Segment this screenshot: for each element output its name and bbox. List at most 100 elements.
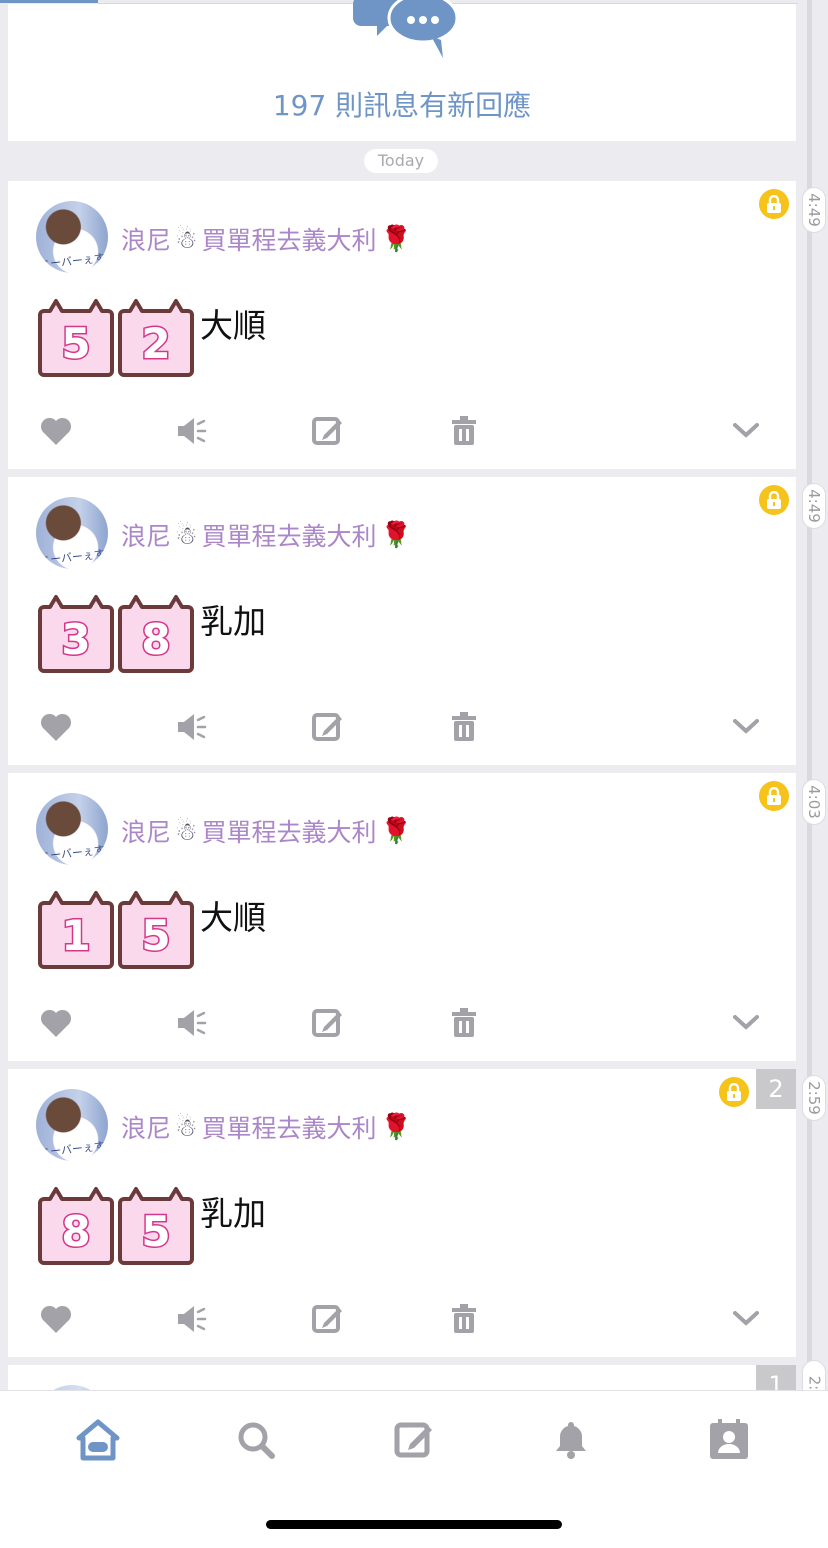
post-text: 大順 xyxy=(200,306,266,345)
search-icon xyxy=(238,1422,275,1459)
tab-home[interactable] xyxy=(75,1417,121,1463)
trash-icon xyxy=(450,711,478,743)
mute-button[interactable] xyxy=(174,1301,210,1337)
reply-count-badge: 1 xyxy=(756,1365,796,1390)
day-separator: Today xyxy=(364,149,438,173)
username-text: 浪尼 xyxy=(121,522,172,551)
username[interactable]: 浪尼 ☃ 買單程去義大利 🌹 xyxy=(121,813,412,849)
edit-button[interactable] xyxy=(310,1005,346,1041)
trash-icon xyxy=(450,1303,478,1335)
avatar[interactable]: ニーバーぇす xyxy=(36,201,108,273)
chevron-down-icon xyxy=(732,1310,760,1328)
avatar-signature: ニーバーぇす xyxy=(38,843,106,864)
post-content: 5 2 大順 xyxy=(38,297,266,377)
trash-button[interactable] xyxy=(446,1301,482,1337)
trash-button[interactable] xyxy=(446,413,482,449)
chevron-down-button[interactable] xyxy=(728,1005,764,1041)
chat-bubbles-icon xyxy=(353,0,459,58)
post-card[interactable]: ニーバーぇす 浪尼 ☃ 買單程去義大利 🌹 3 8 乳加 xyxy=(8,477,796,765)
post-content: 3 8 乳加 xyxy=(38,593,266,673)
username-suffix: 買單程去義大利 xyxy=(201,818,377,847)
username-text: 浪尼 xyxy=(121,1114,172,1143)
new-replies-text: 197 則訊息有新回應 xyxy=(272,89,532,122)
bell-icon xyxy=(556,1422,586,1459)
digit-value: 8 xyxy=(140,614,172,666)
username-suffix: 買單程去義大利 xyxy=(201,522,377,551)
tab-search[interactable] xyxy=(233,1417,279,1463)
home-indicator xyxy=(266,1520,562,1529)
avatar[interactable]: ニーバーぇす xyxy=(36,793,108,865)
post-text: 乳加 xyxy=(200,602,266,641)
trash-button[interactable] xyxy=(446,1005,482,1041)
edit-button[interactable] xyxy=(310,413,346,449)
digit-emoji: 8 xyxy=(38,1185,114,1265)
digit-emoji: 2 xyxy=(118,297,194,377)
edit-button[interactable] xyxy=(310,1301,346,1337)
home-icon xyxy=(76,1419,120,1461)
trash-button[interactable] xyxy=(446,709,482,745)
mute-button[interactable] xyxy=(174,1005,210,1041)
digit-value: 5 xyxy=(60,318,92,370)
chevron-down-button[interactable] xyxy=(728,1301,764,1337)
rose-icon: 🌹 xyxy=(380,520,412,549)
chevron-down-icon xyxy=(732,1014,760,1032)
avatar[interactable]: ニーバーぇす xyxy=(36,1089,108,1161)
post-text: 乳加 xyxy=(200,1194,266,1233)
digit-emoji: 3 xyxy=(38,593,114,673)
avatar-signature: ニーバーぇす xyxy=(38,1139,106,1160)
timestamp-text: 2:59 xyxy=(805,1081,823,1115)
timestamp: 2: xyxy=(802,1360,826,1390)
post-text: 大順 xyxy=(200,898,266,937)
chevron-down-button[interactable] xyxy=(728,709,764,745)
timestamp-text: 4:03 xyxy=(805,785,823,819)
post-card[interactable]: ニーバーぇす 浪尼 ☃ 買單程去義大利 🌹 2 8 5 乳加 xyxy=(8,1069,796,1357)
username-suffix: 買單程去義大利 xyxy=(201,1114,377,1143)
heart-icon xyxy=(40,712,72,742)
post-card[interactable]: ニーバーぇす 浪尼 ☃ 買單程去義大利 🌹 5 2 大順 xyxy=(8,181,796,469)
username[interactable]: 浪尼 ☃ 買單程去義大利 🌹 xyxy=(121,221,412,257)
digit-emoji: 1 xyxy=(38,889,114,969)
lock-icon xyxy=(759,781,789,811)
digit-value: 5 xyxy=(140,1206,172,1258)
timestamp-text: 4:49 xyxy=(805,489,823,523)
username[interactable]: 浪尼 ☃ 買單程去義大利 🌹 xyxy=(121,1109,412,1145)
heart-button[interactable] xyxy=(38,1301,74,1337)
chevron-down-button[interactable] xyxy=(728,413,764,449)
snowman-icon: ☃ xyxy=(175,224,198,254)
mute-button[interactable] xyxy=(174,709,210,745)
post-card[interactable]: ニーバーぇす 浪尼 ☃ 買單程去義大利 🌹 1 5 大順 xyxy=(8,773,796,1061)
lock-icon xyxy=(759,485,789,515)
mute-button[interactable] xyxy=(174,413,210,449)
tab-notifications[interactable] xyxy=(548,1417,594,1463)
username-text: 浪尼 xyxy=(121,226,172,255)
timestamp: 2:59 xyxy=(802,1075,826,1121)
digit-value: 2 xyxy=(140,318,172,370)
feed: 197 則訊息有新回應 Today ニーバーぇす 浪尼 ☃ 買單程去義大利 🌹 … xyxy=(0,0,828,1390)
edit-button[interactable] xyxy=(310,709,346,745)
snowman-icon: ☃ xyxy=(175,1112,198,1142)
username[interactable]: 浪尼 ☃ 買單程去義大利 🌹 xyxy=(121,517,412,553)
snowman-icon: ☃ xyxy=(175,520,198,550)
rose-icon: 🌹 xyxy=(380,816,412,845)
tab-compose[interactable] xyxy=(391,1417,437,1463)
username-text: 浪尼 xyxy=(121,818,172,847)
digit-emoji: 8 xyxy=(118,593,194,673)
trash-icon xyxy=(450,1007,478,1039)
heart-button[interactable] xyxy=(38,1005,74,1041)
reply-count-badge: 2 xyxy=(756,1069,796,1109)
avatar[interactable]: ニーバーぇす xyxy=(36,497,108,569)
heart-icon xyxy=(40,416,72,446)
heart-button[interactable] xyxy=(38,413,74,449)
heart-button[interactable] xyxy=(38,709,74,745)
snowman-icon: ☃ xyxy=(175,816,198,846)
post-card[interactable]: 1 xyxy=(8,1365,796,1390)
compose-icon xyxy=(394,1422,432,1458)
digit-emoji: 5 xyxy=(118,1185,194,1265)
avatar-signature: ニーバーぇす xyxy=(38,251,106,272)
tab-profile[interactable] xyxy=(706,1417,752,1463)
rose-icon: 🌹 xyxy=(380,1112,412,1141)
edit-icon xyxy=(312,1007,344,1039)
trash-icon xyxy=(450,415,478,447)
new-replies-card[interactable]: 197 則訊息有新回應 xyxy=(8,0,796,141)
lock-icon xyxy=(759,189,789,219)
